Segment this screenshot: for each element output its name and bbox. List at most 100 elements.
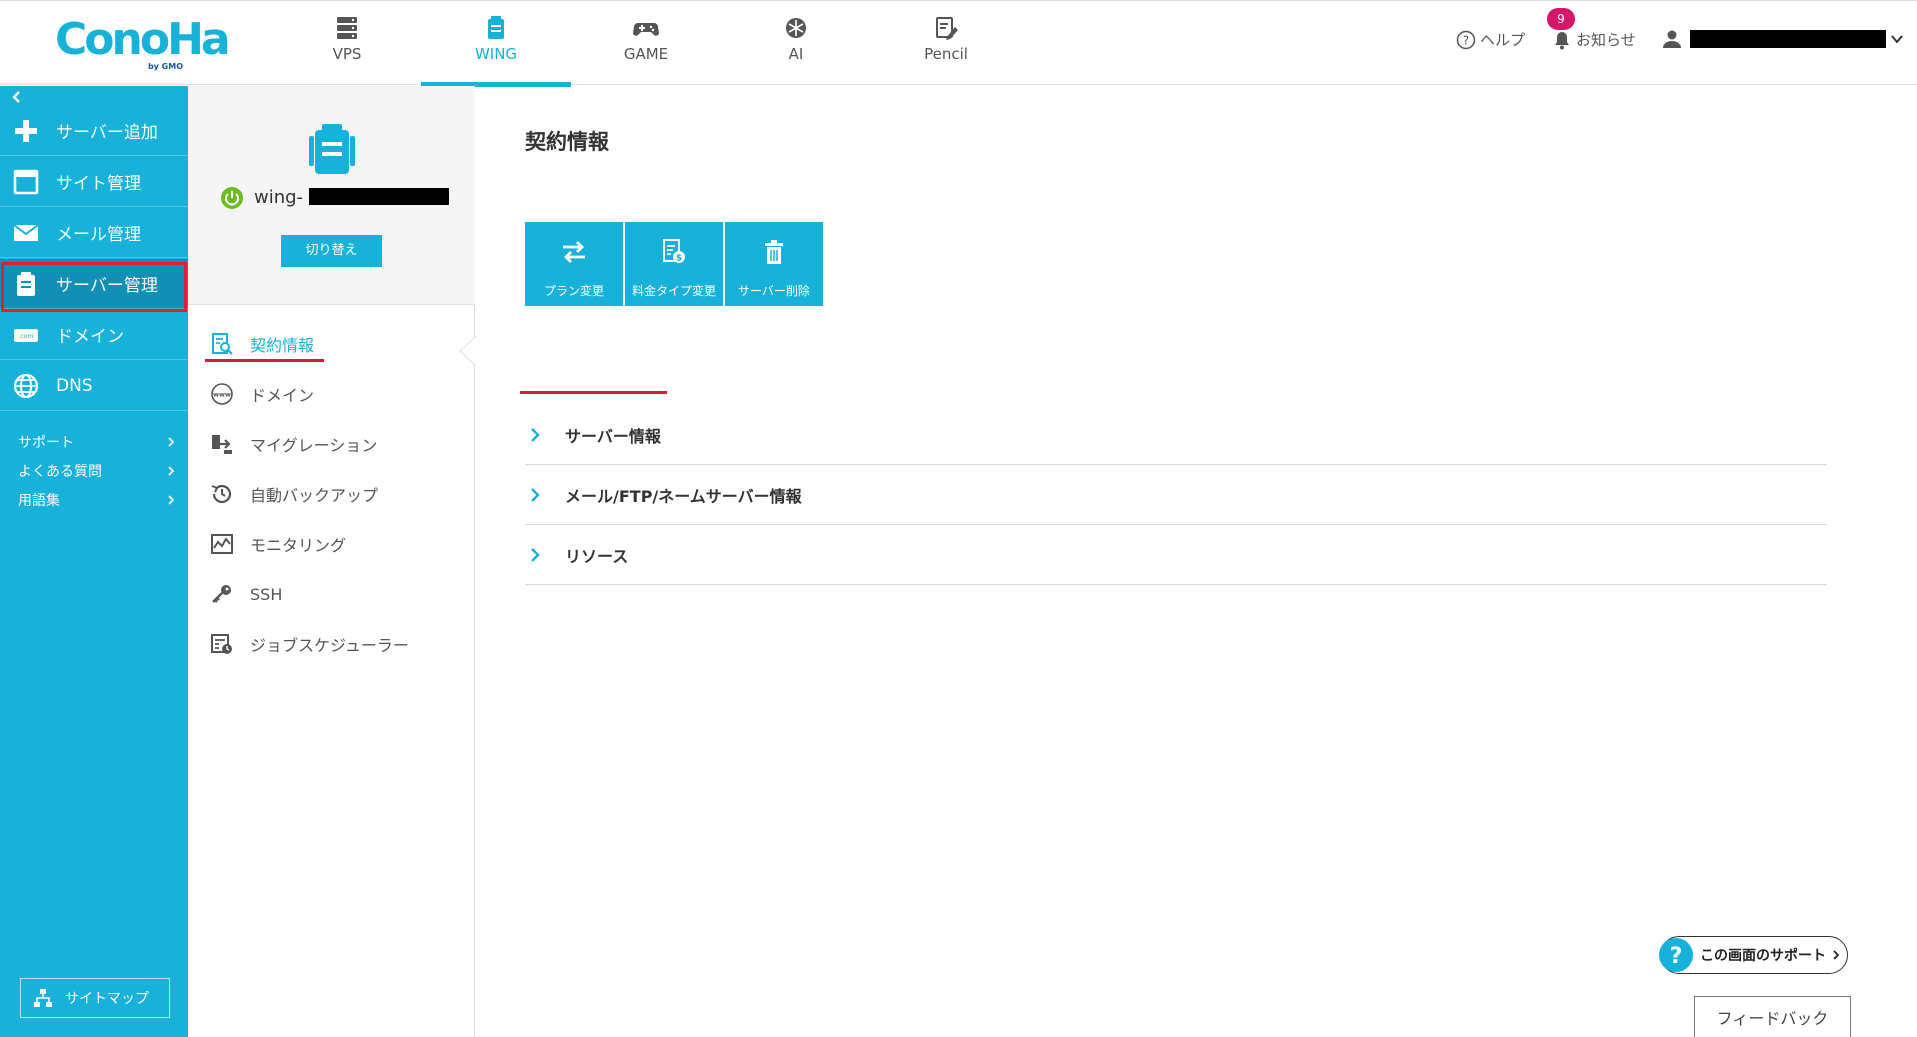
chevron-right-icon <box>168 437 175 447</box>
chevron-right-icon <box>531 488 540 502</box>
sidebar-item-add-server[interactable]: サーバー追加 <box>0 106 188 156</box>
server-delete-button[interactable]: サーバー削除 <box>725 222 823 306</box>
subnav-item-migration[interactable]: マイグレーション <box>210 429 460 459</box>
sidebar-link-glossary[interactable]: 用語集 <box>18 490 176 510</box>
power-status-icon <box>221 187 243 209</box>
backup-clock-icon <box>211 484 232 504</box>
price-type-icon: $ <box>663 239 685 264</box>
active-pointer-caret <box>459 336 476 366</box>
www-icon: www <box>211 383 233 405</box>
tab-ai[interactable]: AI <box>721 1 871 86</box>
migration-icon <box>212 435 232 454</box>
action-label: サーバー削除 <box>738 284 810 298</box>
chevron-down-icon <box>1891 35 1903 44</box>
bell-icon <box>1555 31 1569 49</box>
accordion-label: メール/FTP/ネームサーバー情報 <box>565 487 802 506</box>
sidebar-link-label: よくある質問 <box>18 464 102 480</box>
scheduler-icon <box>211 634 232 654</box>
notice-label: お知らせ <box>1576 31 1636 49</box>
server-card: wing- 切り替え <box>188 86 475 305</box>
wing-server-icon <box>488 16 504 39</box>
subnav-item-monitoring[interactable]: モニタリング <box>210 529 460 559</box>
feedback-button[interactable]: フィードバック <box>1694 996 1851 1037</box>
sidebar-item-mail[interactable]: メール管理 <box>0 208 188 258</box>
tab-wing[interactable]: WING <box>421 1 571 87</box>
action-label: 料金タイプ変更 <box>631 284 716 298</box>
conoha-logo[interactable]: ConoHa by GMO <box>55 17 231 73</box>
user-menu[interactable] <box>1662 29 1904 49</box>
sidebar-item-domain[interactable]: .com ドメイン <box>0 310 188 360</box>
tab-pencil[interactable]: Pencil <box>871 1 1021 86</box>
sitemap-label: サイトマップ <box>65 991 149 1007</box>
price-type-change-button[interactable]: $ 料金タイプ変更 <box>625 222 723 306</box>
pencil-doc-icon <box>936 17 958 40</box>
contract-search-icon <box>212 333 233 355</box>
accordion-mail-ftp-ns-info[interactable]: メール/FTP/ネームサーバー情報 <box>525 465 1827 525</box>
svg-text:www: www <box>213 391 231 399</box>
server-info-red-underline <box>520 391 667 394</box>
page-title: 契約情報 <box>525 130 609 154</box>
accordion-label: リソース <box>565 547 629 566</box>
subnav-item-label: モニタリング <box>250 536 347 555</box>
chevron-right-icon <box>531 548 540 562</box>
window-icon <box>13 169 39 194</box>
subnav-item-backup[interactable]: 自動バックアップ <box>210 479 460 509</box>
tab-pencil-label: Pencil <box>924 45 968 63</box>
svg-text:$: $ <box>676 254 682 264</box>
sidebar-link-support[interactable]: サポート <box>18 432 176 452</box>
help-link[interactable]: ? ヘルプ <box>1456 29 1525 50</box>
swap-arrows-icon <box>563 241 585 263</box>
svg-text:?: ? <box>1463 33 1469 47</box>
plan-change-button[interactable]: プラン変更 <box>525 222 623 306</box>
chevron-right-icon <box>168 466 175 476</box>
subnav-item-ssh[interactable]: SSH <box>210 579 460 609</box>
question-circle-icon: ? <box>1659 938 1693 972</box>
gamepad-icon <box>633 23 659 36</box>
subnav-item-label: ジョブスケジューラー <box>250 636 409 655</box>
sidebar-link-label: サポート <box>18 435 74 451</box>
monitoring-icon <box>211 534 233 554</box>
subnav-item-domain[interactable]: www ドメイン <box>210 379 460 409</box>
subnav-item-label: 自動バックアップ <box>250 486 379 505</box>
sitemap-button[interactable]: サイトマップ <box>20 978 170 1018</box>
top-header: ConoHa by GMO VPS WING GAME AI Pencil ? … <box>0 0 1917 87</box>
accordion-label: サーバー情報 <box>565 427 661 446</box>
notice-link[interactable]: お知らせ <box>1552 29 1636 50</box>
tab-game-label: GAME <box>623 45 669 63</box>
sidebar-item-label: サイト管理 <box>56 174 141 194</box>
subnav-item-scheduler[interactable]: ジョブスケジューラー <box>210 629 460 659</box>
subnav-item-label: 契約情報 <box>250 336 315 355</box>
server-subnav: wing- 切り替え 契約情報 www ドメイン マイグレーション 自動バックア… <box>188 86 476 1037</box>
logo-sub-text: by GMO <box>147 62 183 71</box>
server-stack-icon <box>337 17 357 39</box>
collapse-sidebar-icon[interactable] <box>10 90 24 104</box>
user-icon <box>1663 30 1681 48</box>
sidebar-item-label: メール管理 <box>56 225 141 245</box>
subnav-item-label: マイグレーション <box>250 436 378 455</box>
help-icon: ? <box>1456 30 1476 49</box>
mail-icon <box>13 223 39 241</box>
sidebar-item-label: ドメイン <box>56 327 124 347</box>
wing-server-large-icon <box>309 124 355 174</box>
action-label: プラン変更 <box>543 284 604 298</box>
trash-icon <box>765 240 783 264</box>
contract-red-underline <box>205 359 324 362</box>
sidebar-item-dns[interactable]: DNS <box>0 361 188 411</box>
sidebar-item-site[interactable]: サイト管理 <box>0 157 188 207</box>
redacted-username <box>1690 30 1886 48</box>
tab-game[interactable]: GAME <box>571 1 721 86</box>
sidebar-link-label: 用語集 <box>18 493 60 509</box>
redacted-server-id <box>308 188 449 205</box>
support-label: この画面のサポート <box>1700 948 1826 964</box>
sidebar-link-faq[interactable]: よくある質問 <box>18 461 176 481</box>
accordion-resources[interactable]: リソース <box>525 525 1827 585</box>
accordion-server-info[interactable]: サーバー情報 <box>525 405 1827 465</box>
tab-vps[interactable]: VPS <box>272 1 422 86</box>
tab-vps-label: VPS <box>332 45 362 63</box>
switch-server-button[interactable]: 切り替え <box>281 235 382 267</box>
domain-icon: .com <box>14 328 38 342</box>
subnav-item-contract[interactable]: 契約情報 <box>210 329 460 359</box>
main-content: 契約情報 プラン変更 $ 料金タイプ変更 サーバー削除 サーバー情報 メール/F… <box>476 86 1917 1037</box>
screen-support-button[interactable]: ? この画面のサポート <box>1659 936 1848 974</box>
plus-icon <box>15 119 37 142</box>
